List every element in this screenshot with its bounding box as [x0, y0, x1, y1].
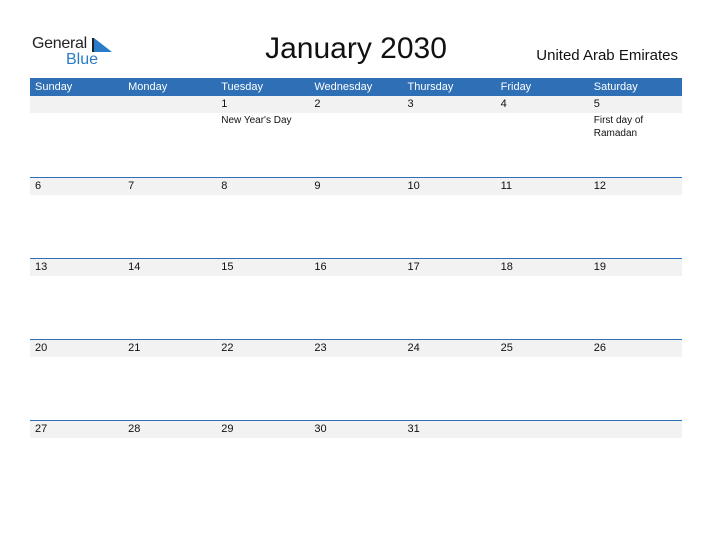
day-cell: 24 [403, 340, 496, 357]
day-number: 2 [314, 98, 321, 110]
weekday-tuesday: Tuesday [221, 81, 264, 93]
day-number: 11 [500, 180, 513, 192]
week-cells: 20 21 22 23 24 25 26 [30, 340, 682, 357]
day-number: 4 [500, 98, 507, 110]
day-cell: 3 [403, 96, 496, 140]
day-cell: 26 [589, 340, 682, 357]
day-number: 21 [128, 342, 141, 354]
day-number [501, 421, 589, 438]
day-number: 12 [593, 180, 606, 192]
country-label: United Arab Emirates [536, 47, 678, 64]
day-number: 19 [593, 261, 606, 273]
day-cell: 15 [216, 259, 309, 276]
weekday-monday: Monday [128, 81, 168, 93]
day-number: 1 [221, 98, 228, 110]
day-number: 5 [593, 98, 600, 110]
day-number: 23 [314, 342, 327, 354]
day-number: 10 [407, 180, 420, 192]
weekday-header: Sunday Monday Tuesday Wednesday Thursday… [30, 78, 682, 96]
day-cell: 29 [216, 421, 309, 438]
day-cell [496, 421, 589, 438]
day-cell: 28 [123, 421, 216, 438]
week-row: 20 21 22 23 24 25 26 [30, 339, 682, 420]
day-cell: 20 [30, 340, 123, 357]
day-cell [30, 96, 123, 140]
day-cell: 10 [403, 178, 496, 195]
week-cells: 6 7 8 9 10 11 12 [30, 178, 682, 195]
day-number: 14 [128, 261, 141, 273]
day-cell: 27 [30, 421, 123, 438]
day-number [35, 96, 123, 113]
week-cells: 1 New Year's Day 2 3 4 5 First day of Ramadan [30, 96, 682, 140]
day-cell: 11 [496, 178, 589, 195]
day-number: 31 [407, 423, 420, 435]
day-cell [589, 421, 682, 438]
day-cell: 8 [216, 178, 309, 195]
day-cell: 31 [403, 421, 496, 438]
day-number: 18 [500, 261, 513, 273]
day-number: 3 [407, 98, 414, 110]
day-number [128, 96, 216, 113]
weekday-sunday: Sunday [35, 81, 73, 93]
day-number: 27 [35, 423, 48, 435]
day-number: 13 [35, 261, 48, 273]
weekday-saturday: Saturday [593, 81, 638, 93]
week-row: 27 28 29 30 31 [30, 420, 682, 501]
day-cell: 17 [403, 259, 496, 276]
day-cell: 13 [30, 259, 123, 276]
weekday-friday: Friday [500, 81, 532, 93]
day-cell: 1 New Year's Day [216, 96, 309, 140]
day-cell: 23 [309, 340, 402, 357]
week-row: 1 New Year's Day 2 3 4 5 First day of Ramadan [30, 96, 682, 177]
day-cell: 6 [30, 178, 123, 195]
holiday-label: New Year's Day [221, 115, 292, 126]
day-number: 28 [128, 423, 141, 435]
day-number: 9 [314, 180, 321, 192]
day-number [594, 421, 682, 438]
day-number: 29 [221, 423, 234, 435]
day-cell: 21 [123, 340, 216, 357]
week-row: 6 7 8 9 10 11 12 [30, 177, 682, 258]
day-cell: 2 [309, 96, 402, 140]
day-number: 17 [407, 261, 420, 273]
week-cells: 27 28 29 30 31 [30, 421, 682, 438]
day-cell: 12 [589, 178, 682, 195]
day-cell: 22 [216, 340, 309, 357]
weekday-wednesday: Wednesday [314, 81, 373, 93]
day-cell: 30 [309, 421, 402, 438]
day-cell [123, 96, 216, 140]
day-number: 15 [221, 261, 234, 273]
day-cell: 7 [123, 178, 216, 195]
day-cell: 4 [496, 96, 589, 140]
day-cell: 19 [589, 259, 682, 276]
day-cell: 9 [309, 178, 402, 195]
day-cell: 16 [309, 259, 402, 276]
day-number: 25 [500, 342, 513, 354]
day-number: 6 [35, 180, 42, 192]
day-number: 30 [314, 423, 327, 435]
day-number: 24 [407, 342, 420, 354]
week-row: 13 14 15 16 17 18 19 [30, 258, 682, 339]
day-cell: 18 [496, 259, 589, 276]
day-number: 7 [128, 180, 135, 192]
day-number: 16 [314, 261, 327, 273]
weeks-container: 1 New Year's Day 2 3 4 5 First day of Ramadan 6… [30, 96, 682, 501]
holiday-label: First day of Ramadan [593, 115, 644, 139]
day-number: 20 [35, 342, 48, 354]
day-number: 26 [593, 342, 606, 354]
day-number: 22 [221, 342, 234, 354]
day-cell: 14 [123, 259, 216, 276]
calendar-grid: Sunday Monday Tuesday Wednesday Thursday… [30, 78, 682, 501]
day-cell: 5 First day of Ramadan [589, 96, 682, 140]
week-cells: 13 14 15 16 17 18 19 [30, 259, 682, 276]
day-cell: 25 [496, 340, 589, 357]
day-number: 8 [221, 180, 228, 192]
weekday-thursday: Thursday [407, 81, 454, 93]
